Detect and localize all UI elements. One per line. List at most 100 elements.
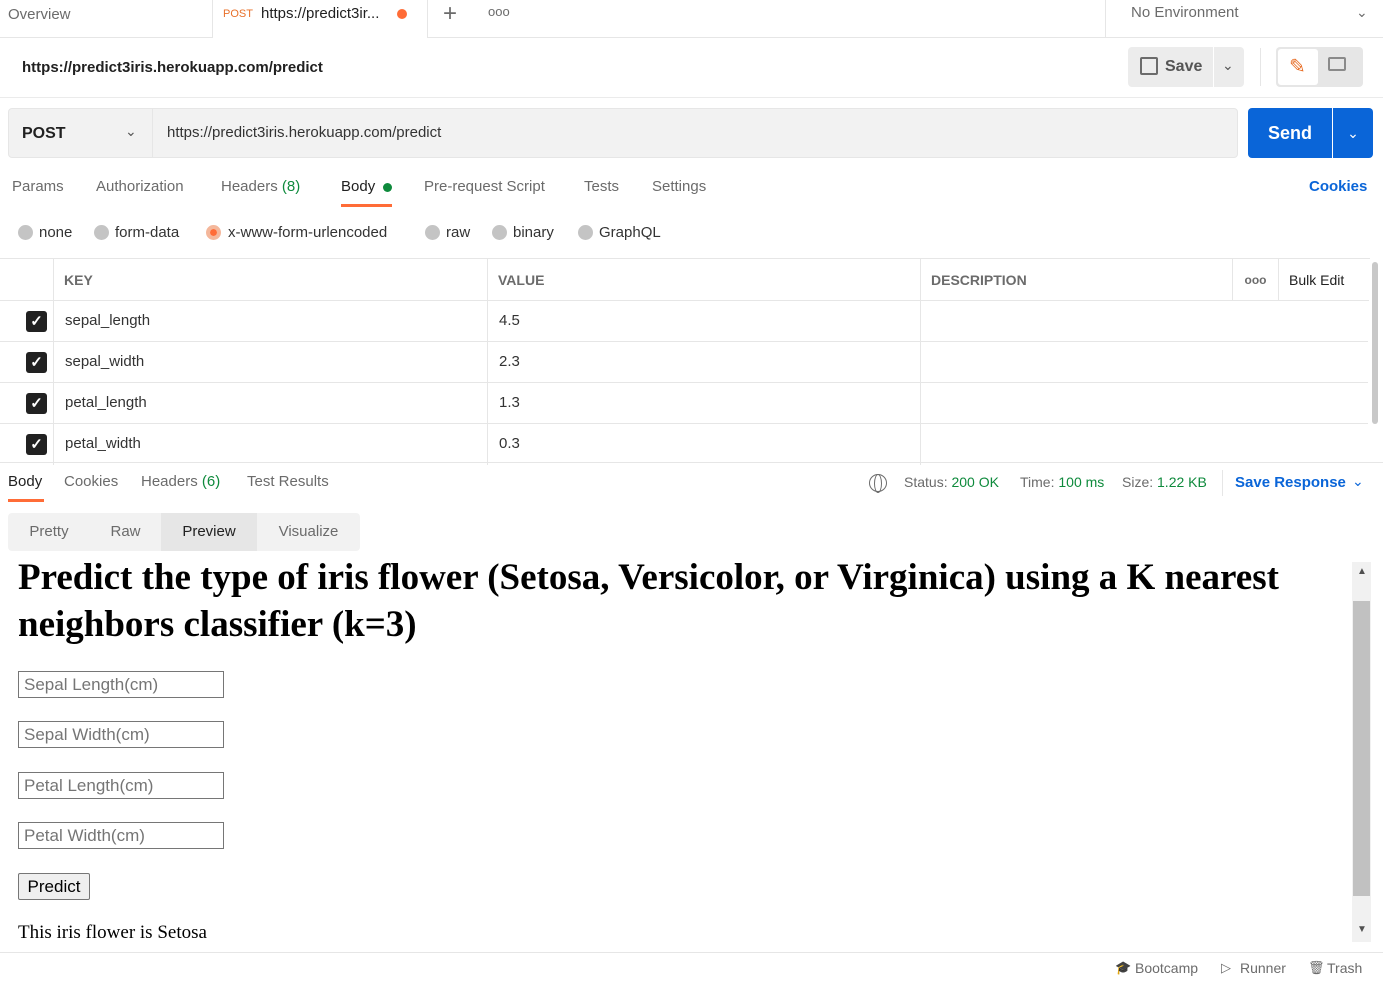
divider (920, 383, 921, 424)
size-value[interactable]: 1.22 KB (1157, 474, 1207, 490)
body-indicator-dot (383, 183, 392, 192)
request-title[interactable]: https://predict3iris.herokuapp.com/predi… (22, 59, 323, 76)
row-checkbox[interactable]: ✓ (26, 311, 47, 332)
divider (0, 97, 1383, 98)
save-button[interactable]: Save (1128, 47, 1213, 87)
tab-overview[interactable]: Overview (8, 6, 71, 23)
divider (487, 301, 488, 342)
table-header-check (0, 259, 54, 301)
row-checkbox[interactable]: ✓ (26, 393, 47, 414)
send-button[interactable]: Send (1248, 108, 1332, 158)
row-key[interactable]: sepal_width (65, 353, 144, 370)
size-label: Size: (1122, 474, 1154, 490)
cookies-link[interactable]: Cookies (1309, 178, 1367, 195)
radio-binary-label[interactable]: binary (513, 224, 554, 241)
url-input[interactable]: https://predict3iris.herokuapp.com/predi… (152, 108, 1238, 158)
save-response-button[interactable]: Save Response (1235, 474, 1346, 491)
tab-request-active[interactable]: POST https://predict3ir... (212, 0, 428, 38)
bootcamp-link[interactable]: Bootcamp (1135, 960, 1198, 976)
view-mode-selector: Pretty Raw Preview Visualize (8, 513, 360, 551)
response-tab-headers[interactable]: Headers (6) (141, 473, 220, 490)
runner-link[interactable]: Runner (1240, 960, 1286, 976)
view-raw-button[interactable]: Raw (90, 513, 161, 551)
new-tab-icon[interactable]: + (443, 0, 457, 28)
radio-urlencoded-label[interactable]: x-www-form-urlencoded (228, 224, 387, 241)
radio-graphql[interactable] (578, 225, 593, 240)
radio-graphql-label[interactable]: GraphQL (599, 224, 661, 241)
radio-binary[interactable] (492, 225, 507, 240)
chevron-down-icon[interactable]: ⌄ (1352, 473, 1364, 490)
radio-raw-label[interactable]: raw (446, 224, 470, 241)
scroll-down-icon[interactable]: ▼ (1357, 924, 1367, 935)
view-preview-button[interactable]: Preview (161, 513, 257, 551)
comment-icon[interactable] (1328, 57, 1346, 71)
tab-params[interactable]: Params (12, 178, 64, 195)
more-tabs-icon[interactable]: ooo (488, 4, 510, 19)
response-tab-test-results[interactable]: Test Results (247, 473, 329, 490)
divider (53, 342, 54, 383)
row-key[interactable]: petal_length (65, 394, 147, 411)
tab-body[interactable]: Body (341, 178, 375, 195)
table-header-description: DESCRIPTION (921, 259, 1233, 301)
petal-length-input[interactable]: Petal Length(cm) (18, 772, 224, 799)
edit-button[interactable]: ✎ (1278, 49, 1318, 85)
bulk-edit-button[interactable]: Bulk Edit (1279, 259, 1369, 301)
view-toggle-group: ✎ (1276, 47, 1363, 87)
predict-button[interactable]: Predict (18, 873, 90, 900)
table-more-icon[interactable]: ooo (1233, 259, 1279, 301)
table-row: ✓ sepal_length 4.5 (0, 301, 1368, 342)
save-dropdown-button[interactable]: ⌄ (1214, 47, 1244, 87)
chevron-down-icon: ⌄ (1347, 125, 1359, 141)
tab-tests[interactable]: Tests (584, 178, 619, 195)
row-checkbox[interactable]: ✓ (26, 434, 47, 455)
radio-none[interactable] (18, 225, 33, 240)
tab-headers[interactable]: Headers (8) (221, 178, 300, 195)
sepal-width-input[interactable]: Sepal Width(cm) (18, 721, 224, 748)
scroll-up-icon[interactable]: ▲ (1357, 566, 1367, 577)
radio-none-label[interactable]: none (39, 224, 72, 241)
tab-settings[interactable]: Settings (652, 178, 706, 195)
radio-form-data-label[interactable]: form-data (115, 224, 179, 241)
pencil-icon: ✎ (1289, 56, 1306, 78)
radio-raw[interactable] (425, 225, 440, 240)
runner-icon: ▷ (1221, 960, 1231, 975)
petal-width-input[interactable]: Petal Width(cm) (18, 822, 224, 849)
globe-icon[interactable] (869, 474, 887, 493)
divider (487, 342, 488, 383)
radio-form-data[interactable] (94, 225, 109, 240)
time-value[interactable]: 100 ms (1058, 474, 1104, 490)
divider (920, 342, 921, 383)
scrollbar-thumb[interactable] (1353, 601, 1370, 896)
row-value[interactable]: 0.3 (499, 435, 520, 452)
response-tab-body[interactable]: Body (8, 473, 42, 490)
preview-scrollbar[interactable]: ▲ ▼ (1352, 562, 1371, 942)
save-icon (1140, 57, 1158, 75)
tab-headers-label: Headers (221, 178, 278, 195)
size-info: Size: 1.22 KB (1122, 474, 1207, 490)
row-key[interactable]: sepal_length (65, 312, 150, 329)
trash-link[interactable]: Trash (1327, 960, 1362, 976)
divider (1222, 470, 1223, 496)
tab-bar: Overview POST https://predict3ir... + oo… (0, 0, 1383, 38)
method-label: POST (22, 125, 66, 142)
view-visualize-button[interactable]: Visualize (257, 513, 360, 551)
response-tab-cookies[interactable]: Cookies (64, 473, 118, 490)
sepal-length-input[interactable]: Sepal Length(cm) (18, 671, 224, 698)
environment-label: No Environment (1131, 4, 1239, 21)
row-value[interactable]: 2.3 (499, 353, 520, 370)
status-value[interactable]: 200 OK (951, 474, 998, 490)
params-scrollbar[interactable] (1372, 262, 1378, 424)
send-dropdown-button[interactable]: ⌄ (1333, 108, 1373, 158)
row-value[interactable]: 4.5 (499, 312, 520, 329)
radio-urlencoded[interactable] (206, 225, 221, 240)
row-value[interactable]: 1.3 (499, 394, 520, 411)
environment-select[interactable]: No Environment ⌄ (1105, 0, 1383, 38)
tab-authorization[interactable]: Authorization (96, 178, 184, 195)
tab-pre-request-script[interactable]: Pre-request Script (424, 178, 545, 195)
response-tab-headers-label: Headers (141, 473, 198, 490)
row-key[interactable]: petal_width (65, 435, 141, 452)
view-pretty-button[interactable]: Pretty (8, 513, 90, 551)
row-checkbox[interactable]: ✓ (26, 352, 47, 373)
method-select[interactable]: POST ⌄ (8, 108, 153, 158)
active-tab-underline (8, 499, 44, 502)
